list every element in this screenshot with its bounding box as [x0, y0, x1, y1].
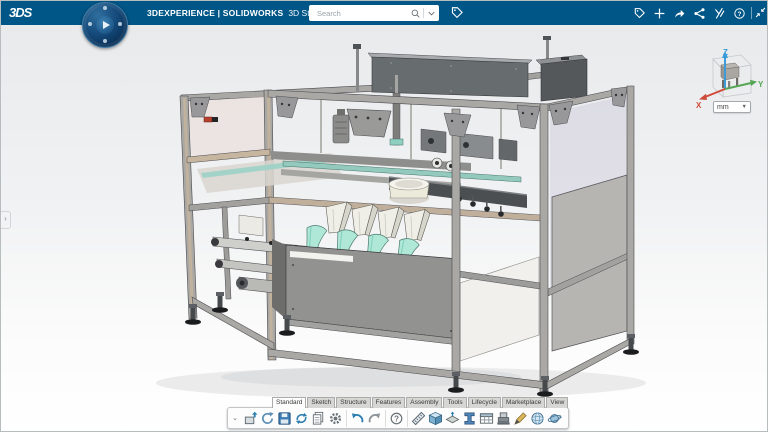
redo-button[interactable]	[366, 410, 383, 427]
sync-button[interactable]	[293, 410, 310, 427]
surface-button[interactable]	[444, 410, 461, 427]
tag-button[interactable]	[632, 6, 647, 21]
search-separator	[423, 8, 424, 18]
search-icon[interactable]	[410, 8, 421, 19]
swym-icon	[713, 7, 726, 20]
toolbar-group	[408, 410, 565, 427]
bookmark-tag-icon[interactable]	[450, 6, 464, 20]
tab-marketplace[interactable]: Marketplace	[502, 397, 545, 408]
orbit-icon	[547, 411, 562, 426]
share-nodes-icon	[693, 7, 706, 20]
swym-button[interactable]	[712, 6, 727, 21]
units-dropdown[interactable]: mm ▼	[713, 101, 751, 113]
3d-model-viewport[interactable]	[1, 25, 768, 432]
compass-east-icon	[118, 22, 122, 26]
axis-x-label: X	[696, 101, 702, 110]
primitive-box-icon	[428, 411, 443, 426]
tab-sketch[interactable]: Sketch	[307, 397, 335, 408]
steel-profile-icon	[462, 411, 477, 426]
measure-icon	[411, 411, 426, 426]
toolbar-overflow-chevron-icon[interactable]: ⌄	[231, 414, 239, 422]
save-button[interactable]	[276, 410, 293, 427]
bottom-tabs: StandardSketchStructureFeaturesAssemblyT…	[272, 397, 568, 408]
axis-z-label: Z	[723, 48, 728, 57]
help-button[interactable]	[732, 6, 747, 21]
standard-toolbar: ⌄	[227, 407, 569, 429]
options-button[interactable]	[327, 410, 344, 427]
share-nodes-button[interactable]	[692, 6, 707, 21]
reload-button[interactable]	[259, 410, 276, 427]
engrave-icon	[513, 411, 528, 426]
redo-icon	[367, 411, 382, 426]
sphere-icon	[530, 411, 545, 426]
units-chevron-icon: ▼	[742, 104, 747, 110]
app-window: 3DS 3DEXPERIENCE | SOLIDWORKS 3D Structu…	[0, 0, 768, 432]
add-button[interactable]	[652, 6, 667, 21]
cut-list-icon	[479, 411, 494, 426]
share-forward-icon	[673, 7, 686, 20]
new-part-button[interactable]	[242, 410, 259, 427]
top-bar: 3DS 3DEXPERIENCE | SOLIDWORKS 3D Structu…	[1, 1, 768, 25]
topbar-actions	[632, 1, 747, 25]
cut-list-button[interactable]	[478, 410, 495, 427]
compass-south-icon	[103, 39, 107, 43]
compass-play-icon[interactable]	[96, 16, 114, 34]
toolbar-group	[386, 410, 408, 427]
options-icon	[328, 411, 343, 426]
properties-button[interactable]	[310, 410, 327, 427]
compass-north-icon	[103, 6, 107, 10]
help-doc-button[interactable]	[388, 410, 405, 427]
save-icon	[277, 411, 292, 426]
tab-features[interactable]: Features	[372, 397, 406, 408]
steel-profile-button[interactable]	[461, 410, 478, 427]
panel-expander[interactable]: ›	[1, 211, 11, 229]
toolbar-group	[240, 410, 347, 427]
tag-icon	[633, 7, 646, 20]
chevron-right-icon: ›	[4, 214, 7, 223]
measure-button[interactable]	[410, 410, 427, 427]
help-icon	[733, 7, 746, 20]
stamp-button[interactable]	[495, 410, 512, 427]
tab-view[interactable]: View	[546, 397, 568, 408]
orbit-button[interactable]	[546, 410, 563, 427]
search-box	[309, 5, 439, 21]
compass-west-icon	[88, 22, 92, 26]
add-icon	[653, 7, 666, 20]
surface-icon	[445, 411, 460, 426]
search-options-chevron-icon[interactable]	[426, 8, 437, 19]
brand-title: 3DEXPERIENCE | SOLIDWORKS	[147, 8, 283, 18]
axis-y-label: Y	[758, 80, 764, 89]
share-forward-button[interactable]	[672, 6, 687, 21]
stamp-icon	[496, 411, 511, 426]
properties-icon	[311, 411, 326, 426]
chair-model-icon	[721, 63, 739, 89]
tab-standard[interactable]: Standard	[272, 397, 306, 408]
reload-icon	[260, 411, 275, 426]
new-part-icon	[243, 411, 258, 426]
tab-lifecycle[interactable]: Lifecycle	[468, 397, 501, 408]
engrave-button[interactable]	[512, 410, 529, 427]
help-doc-icon	[389, 411, 404, 426]
undo-icon	[350, 411, 365, 426]
undo-button[interactable]	[349, 410, 366, 427]
3dexperience-compass[interactable]	[82, 2, 128, 48]
sphere-button[interactable]	[529, 410, 546, 427]
toolbar-group	[347, 410, 386, 427]
topbar-separator	[751, 7, 752, 19]
units-value: mm	[717, 104, 742, 111]
tab-assembly[interactable]: Assembly	[406, 397, 442, 408]
3ds-logo[interactable]: 3DS	[9, 3, 39, 23]
tab-tools[interactable]: Tools	[443, 397, 466, 408]
search-input[interactable]	[315, 8, 410, 19]
primitive-box-button[interactable]	[427, 410, 444, 427]
tab-structure[interactable]: Structure	[336, 397, 370, 408]
sync-icon	[294, 411, 309, 426]
collapse-window-icon[interactable]	[754, 6, 767, 19]
viewport: Z Y X mm ▼ › StandardSketchStructureFeat…	[1, 25, 768, 432]
